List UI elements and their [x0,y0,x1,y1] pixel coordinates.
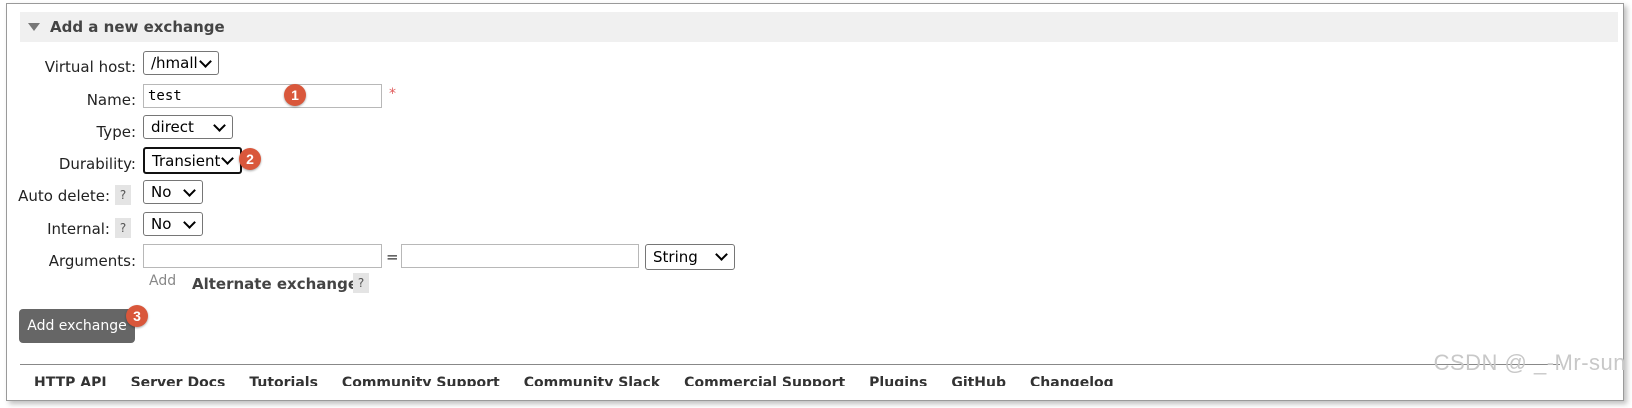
required-marker: * [389,86,396,102]
chevron-down-icon [715,248,728,261]
argument-key-input[interactable] [143,244,382,268]
internal-label: Internal: [47,220,110,238]
divider [20,364,1560,365]
durability-value: Transient [152,151,221,170]
name-input[interactable]: test [143,84,382,108]
panel-frame [6,3,1624,401]
chevron-down-icon [183,184,196,197]
type-select[interactable]: direct [143,115,233,139]
virtual-host-label: Virtual host: [44,58,136,76]
section-header[interactable]: Add a new exchange [20,12,1618,42]
annotation-badge-2: 2 [239,148,261,170]
watermark: CSDN @ _-Mr-sun [1433,350,1626,375]
auto-delete-label: Auto delete: [18,187,110,205]
annotation-badge-3: 3 [126,305,148,327]
add-argument-link[interactable]: Add [149,273,176,289]
auto-delete-help-icon[interactable]: ? [115,185,131,205]
virtual-host-select[interactable]: /hmall [143,51,219,75]
internal-value: No [151,215,172,233]
collapse-triangle-icon[interactable] [28,23,40,31]
annotation-badge-1: 1 [284,84,306,106]
auto-delete-select[interactable]: No [143,180,203,204]
internal-help-icon[interactable]: ? [115,218,131,238]
chevron-down-icon [213,119,226,132]
argument-type-value: String [653,248,698,266]
type-value: direct [151,118,194,136]
alternate-exchange-link[interactable]: Alternate exchange [192,275,358,293]
chevron-down-icon [183,216,196,229]
durability-select[interactable]: Transient [143,147,242,174]
chevron-down-icon [199,55,212,68]
auto-delete-value: No [151,183,172,201]
arguments-label: Arguments: [48,252,136,270]
argument-type-select[interactable]: String [645,244,735,270]
durability-label: Durability: [58,155,136,173]
argument-value-input[interactable] [401,244,639,268]
name-label: Name: [86,91,136,109]
add-exchange-button[interactable]: Add exchange [19,309,135,343]
alternate-exchange-help-icon[interactable]: ? [353,273,369,293]
type-label: Type: [96,123,136,141]
virtual-host-value: /hmall [151,54,198,72]
equals-sign: = [386,248,399,266]
chevron-down-icon [221,152,234,165]
section-title: Add a new exchange [50,18,225,36]
internal-select[interactable]: No [143,212,203,236]
